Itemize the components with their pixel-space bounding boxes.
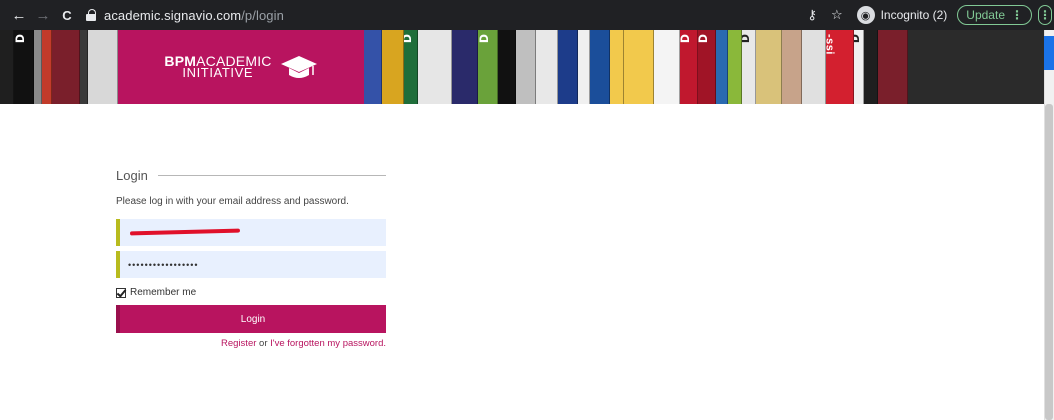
lock-icon xyxy=(86,9,96,21)
browser-toolbar: ← → C academic.signavio.com/p/login ⚷ ☆ … xyxy=(0,0,1054,30)
book-spine: orkflow-Ma xyxy=(624,30,654,104)
heading-divider xyxy=(157,174,386,176)
remember-checkbox[interactable] xyxy=(116,287,126,298)
star-icon[interactable]: ☆ xyxy=(831,7,843,23)
bookshelf-right: nal in 5SWeskeᗡess-Aware InfoOrganizing … xyxy=(364,30,908,104)
book-title: ᗡ xyxy=(854,34,860,44)
book-spine: nal in 5S xyxy=(364,30,382,104)
reload-icon[interactable]: C xyxy=(56,4,78,26)
address-bar[interactable]: academic.signavio.com/p/login xyxy=(86,4,870,26)
book-spine: PROCES xyxy=(52,30,80,104)
book-spine: -ssi xyxy=(826,30,854,104)
book-spine: ᗡ xyxy=(478,30,498,104)
book-spine xyxy=(34,30,42,104)
book-spine: HUM xyxy=(498,30,516,104)
url-path: /p/login xyxy=(241,7,284,23)
update-button[interactable]: Update ⋮ xyxy=(957,5,1032,25)
bookshelf-left: Semaᗡ PROCES PRODUCT DEV xyxy=(0,30,118,104)
browser-right-tools: ⚷ ☆ ◉ Incognito (2) Update ⋮ ⋮ xyxy=(807,0,1054,30)
book-spine: The Interna xyxy=(782,30,802,104)
book-title: ᗡ xyxy=(698,34,708,44)
login-form: Login Please log in with your email addr… xyxy=(116,168,386,349)
book-spine xyxy=(728,30,742,104)
book-spine: ᗡ xyxy=(404,30,418,104)
register-link[interactable]: Register xyxy=(221,338,256,349)
login-hint: Please log in with your email address an… xyxy=(116,196,349,207)
chrome-menu-icon[interactable]: ⋮ xyxy=(1038,5,1052,25)
book-spine: Unleashing xyxy=(654,30,680,104)
incognito-indicator[interactable]: ◉ Incognito (2) xyxy=(856,6,948,24)
login-heading-row: Login xyxy=(116,167,386,183)
book-title: ᗡ xyxy=(14,34,25,44)
book-spine: ess-Aware Info xyxy=(418,30,452,104)
book-spine: Weske xyxy=(382,30,404,104)
book-spine xyxy=(80,30,88,104)
update-label: Update xyxy=(966,8,1005,22)
book-title: ᗡ xyxy=(404,34,412,44)
book-spine xyxy=(716,30,728,104)
logo-text: BPMACADEMIC INITIATIVE xyxy=(164,54,271,79)
book-spine xyxy=(756,30,782,104)
book-spine xyxy=(42,30,52,104)
email-field[interactable] xyxy=(116,219,386,246)
book-spine: ᗡ xyxy=(854,30,864,104)
bpm-academic-logo[interactable]: BPMACADEMIC INITIATIVE xyxy=(118,30,364,104)
url-text[interactable]: academic.signavio.com/p/login xyxy=(104,8,284,23)
book-spine: ᗡ xyxy=(742,30,756,104)
graduation-cap-icon xyxy=(280,56,317,78)
book-spine xyxy=(610,30,624,104)
forgot-password-link[interactable]: I've forgotten my password. xyxy=(270,338,386,349)
incognito-label: Incognito (2) xyxy=(880,8,948,22)
incognito-icon: ◉ xyxy=(856,6,875,24)
book-title: HUM xyxy=(498,34,499,61)
book-spine: PRODUCT DEV xyxy=(88,30,118,104)
key-icon[interactable]: ⚷ xyxy=(807,7,817,23)
book-title: ᗡ xyxy=(680,34,690,44)
book-spine: Workflow Mgmt xyxy=(536,30,558,104)
book-spine: Organizing B xyxy=(452,30,478,104)
book-spine: IMPROV xyxy=(590,30,610,104)
back-icon[interactable]: ← xyxy=(8,4,30,26)
book-title: ᗡ xyxy=(478,34,489,44)
or-text: or xyxy=(259,338,268,349)
remember-label: Remember me xyxy=(130,287,197,298)
book-spine: PROCES xyxy=(878,30,908,104)
book-spine: Sema xyxy=(0,30,14,104)
book-spine: ᗡ xyxy=(698,30,716,104)
page-scrollbar-thumb[interactable] xyxy=(1045,104,1053,420)
forward-icon[interactable]: → xyxy=(32,4,54,26)
book-spine: ᗡ xyxy=(680,30,698,104)
url-host: academic.signavio.com xyxy=(104,7,242,23)
book-spine xyxy=(516,30,536,104)
book-title: ᗡ xyxy=(742,34,750,44)
account-links: Register or I've forgotten my password. xyxy=(116,338,386,349)
remember-me[interactable]: Remember me xyxy=(116,287,386,298)
book-spine: Control xyxy=(558,30,578,104)
update-menu-icon: ⋮ xyxy=(1011,8,1023,22)
header-banner: SemaᗡPROCESPRODUCT DEV BPMACADEMIC INITI… xyxy=(0,30,1044,104)
password-input[interactable] xyxy=(128,259,386,270)
book-spine: RKFLOW MANA xyxy=(802,30,826,104)
login-title: Login xyxy=(116,167,148,183)
book-spine: Sema xyxy=(864,30,878,104)
book-spine xyxy=(578,30,590,104)
book-spine: ᗡ xyxy=(14,30,34,104)
side-tab xyxy=(1044,36,1054,70)
book-title: -ssi xyxy=(826,34,836,55)
password-field[interactable] xyxy=(116,251,386,278)
login-button[interactable]: Login xyxy=(116,305,386,333)
